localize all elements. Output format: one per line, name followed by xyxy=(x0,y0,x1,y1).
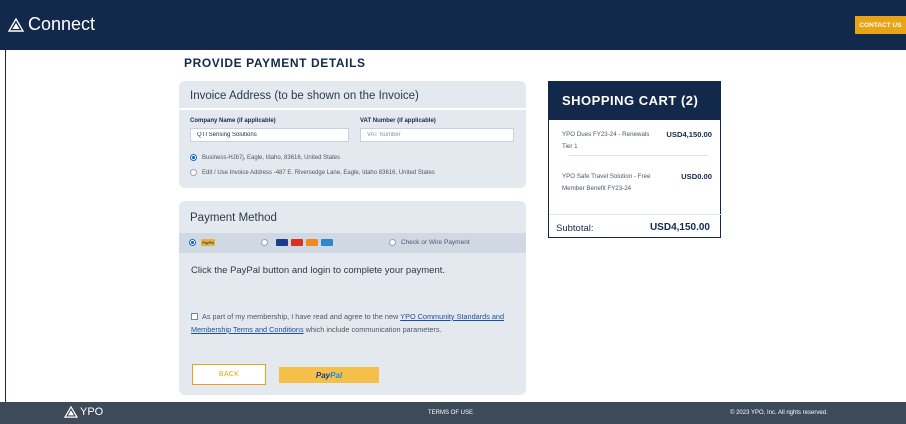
subtotal-label: Subtotal: xyxy=(556,223,594,234)
address-option-1-label: Business-HJb7j, Eagle, Idaho, 83616, Uni… xyxy=(202,154,341,161)
copyright-text: © 2023 YPO, Inc. All rights reserved. xyxy=(730,410,828,416)
shopping-cart: SHOPPING CART (2) YPO Dues FY23-24 - Ren… xyxy=(548,81,722,238)
page-title: PROVIDE PAYMENT DETAILS xyxy=(184,56,366,70)
address-option-1-radio[interactable] xyxy=(190,154,197,161)
check-wire-option[interactable]: Check or Wire Payment xyxy=(389,239,470,246)
paypal-mini-icon: PayPal xyxy=(201,239,215,246)
contact-us-button[interactable]: CONTACT US xyxy=(855,16,906,34)
payment-instruction: Click the PayPal button and login to com… xyxy=(191,265,446,276)
visa-icon xyxy=(276,239,288,246)
divider xyxy=(569,155,709,156)
company-name-label: Company Name (if applicable) xyxy=(190,118,276,124)
cart-item-price: USD4,150.00 xyxy=(666,130,712,139)
vat-number-label: VAT Number (if applicable) xyxy=(360,118,436,124)
footer-logo[interactable]: YPO xyxy=(64,406,103,418)
cart-item-price: USD0.00 xyxy=(681,172,712,181)
invoice-address-card: Invoice Address (to be shown on the Invo… xyxy=(179,81,526,188)
paypal-pal-text: Pal xyxy=(330,370,343,380)
paypal-radio[interactable] xyxy=(189,239,196,246)
credit-card-option[interactable] xyxy=(261,239,336,246)
payment-heading: Payment Method xyxy=(190,212,277,224)
agree-suffix: which include communication parameters. xyxy=(303,324,442,334)
invoice-heading: Invoice Address (to be shown on the Invo… xyxy=(190,90,419,102)
amex-icon xyxy=(321,239,333,246)
back-button[interactable]: BACK xyxy=(192,364,266,385)
address-option-2-radio[interactable] xyxy=(190,169,197,176)
footer-brand: YPO xyxy=(80,406,104,418)
company-name-input[interactable] xyxy=(190,128,349,142)
brand-name: Connect xyxy=(28,14,96,34)
divider xyxy=(179,108,526,110)
address-option-2[interactable]: Edit / Use Invoice Address -487 E. River… xyxy=(190,169,435,176)
subtotal-value: USD4,150.00 xyxy=(649,222,710,233)
triangle-logo-icon xyxy=(64,406,78,418)
mastercard-icon xyxy=(291,239,303,246)
paypal-pay-text: Pay xyxy=(315,370,331,380)
triangle-logo-icon xyxy=(8,17,24,32)
connect-logo[interactable]: Connect xyxy=(8,14,95,35)
vat-number-input[interactable] xyxy=(360,128,514,142)
address-option-1[interactable]: Business-HJb7j, Eagle, Idaho, 83616, Uni… xyxy=(190,154,340,161)
divider xyxy=(549,214,722,215)
cart-title: SHOPPING CART (2) xyxy=(549,82,720,120)
terms-checkbox[interactable] xyxy=(191,313,198,320)
payment-method-card: Payment Method PayPal Check or Wire Paym… xyxy=(179,201,526,395)
footer: YPO TERMS OF USE © 2023 YPO, Inc. All ri… xyxy=(0,402,906,424)
discover-icon xyxy=(306,239,318,246)
check-wire-label: Check or Wire Payment xyxy=(401,239,470,246)
agree-prefix: As part of my membership, I have read an… xyxy=(202,312,401,321)
check-wire-radio[interactable] xyxy=(389,239,396,246)
paypal-checkout-button[interactable]: Pay Pal xyxy=(279,367,379,383)
terms-agreement: As part of my membership, I have read an… xyxy=(191,311,511,336)
credit-card-radio[interactable] xyxy=(261,239,268,246)
terms-of-use-link[interactable]: TERMS OF USE xyxy=(428,410,473,416)
cart-item-name: YPO Dues FY23-24 - Renewals Tier 1 xyxy=(562,131,650,150)
payment-options-bar: PayPal Check or Wire Payment xyxy=(179,233,526,253)
address-option-2-label: Edit / Use Invoice Address -487 E. River… xyxy=(202,169,435,176)
top-navbar: Connect CONTACT US xyxy=(0,0,906,50)
cart-item-name: YPO Safe Travel Solution - Free Member B… xyxy=(562,173,651,192)
paypal-option[interactable]: PayPal xyxy=(189,239,215,246)
